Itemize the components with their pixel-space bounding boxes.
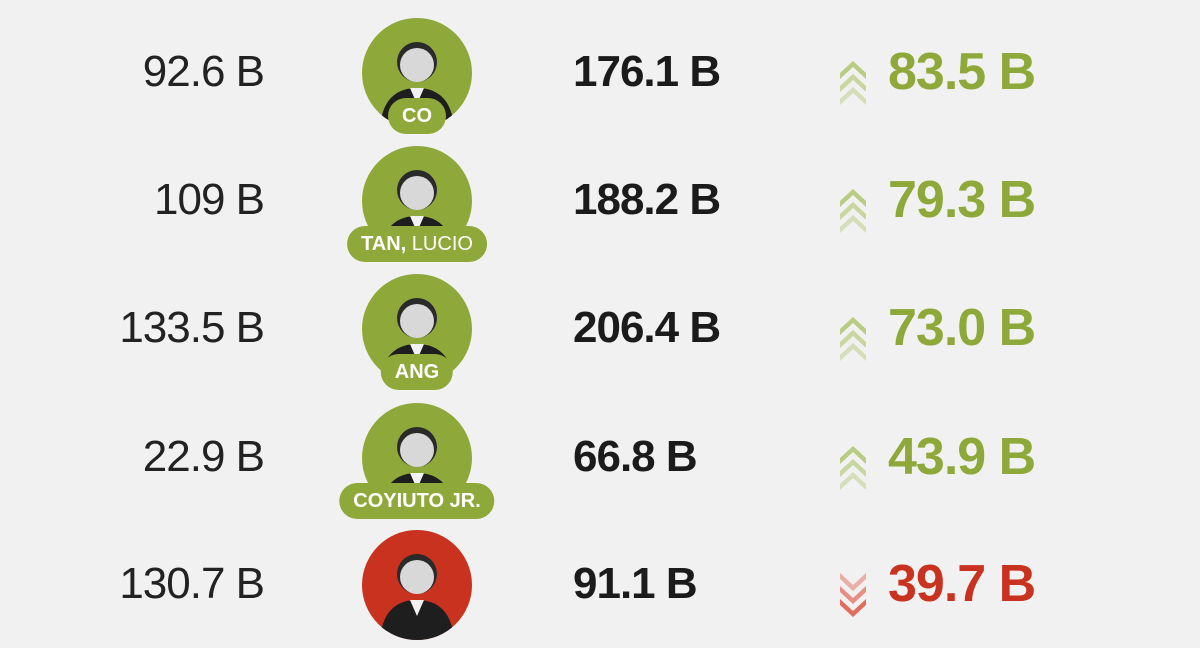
name-label: COYIUTO JR. bbox=[339, 483, 495, 519]
net-worth-increase: 73.0 B bbox=[888, 299, 1036, 357]
current-net-worth: 188.2 B bbox=[573, 175, 721, 224]
current-net-worth: 66.8 B bbox=[573, 432, 698, 481]
previous-net-worth: 92.6 B bbox=[142, 47, 265, 96]
chevron-up-icon bbox=[840, 317, 866, 361]
chevron-up-icon bbox=[840, 189, 866, 233]
surname: CO bbox=[402, 105, 432, 127]
person-row: 109 B TAN, LUCIO 188.2 B 79.3 B bbox=[0, 136, 1200, 264]
current-net-worth: 176.1 B bbox=[573, 47, 721, 96]
name-label: TAN, LUCIO bbox=[347, 226, 487, 262]
current-net-worth: 91.1 B bbox=[573, 559, 698, 608]
person-silhouette-icon bbox=[380, 554, 454, 640]
person-row: 92.6 B CO 176.1 B 83.5 B bbox=[0, 8, 1200, 136]
surname: TAN, bbox=[361, 233, 407, 255]
net-worth-decrease: 39.7 B bbox=[888, 555, 1036, 613]
name-label: CO bbox=[388, 98, 446, 134]
chevron-up-icon bbox=[840, 61, 866, 105]
person-row: 22.9 B COYIUTO JR. 66.8 B 43.9 B bbox=[0, 393, 1200, 521]
net-worth-table: 92.6 B CO 176.1 B 83.5 B 109 B TAN, LUCIO 188.… bbox=[0, 0, 1200, 640]
surname: ANG bbox=[394, 361, 440, 383]
net-worth-increase: 83.5 B bbox=[888, 43, 1036, 101]
person-row: 133.5 B ANG 206.4 B 73.0 B bbox=[0, 264, 1200, 392]
previous-net-worth: 22.9 B bbox=[142, 432, 265, 481]
net-worth-increase: 43.9 B bbox=[888, 428, 1036, 486]
given-name: LUCIO bbox=[406, 233, 473, 255]
net-worth-increase: 79.3 B bbox=[888, 171, 1036, 229]
name-label: ANG bbox=[380, 354, 454, 390]
previous-net-worth: 130.7 B bbox=[119, 559, 265, 608]
portrait-avatar bbox=[362, 530, 472, 640]
surname: COYIUTO JR. bbox=[353, 490, 481, 512]
previous-net-worth: 133.5 B bbox=[119, 303, 265, 352]
current-net-worth: 206.4 B bbox=[573, 303, 721, 352]
previous-net-worth: 109 B bbox=[154, 175, 265, 224]
chevron-up-icon bbox=[840, 446, 866, 490]
person-row: 130.7 B 91.1 B 39.7 B bbox=[0, 520, 1200, 648]
chevron-down-icon bbox=[840, 573, 866, 617]
